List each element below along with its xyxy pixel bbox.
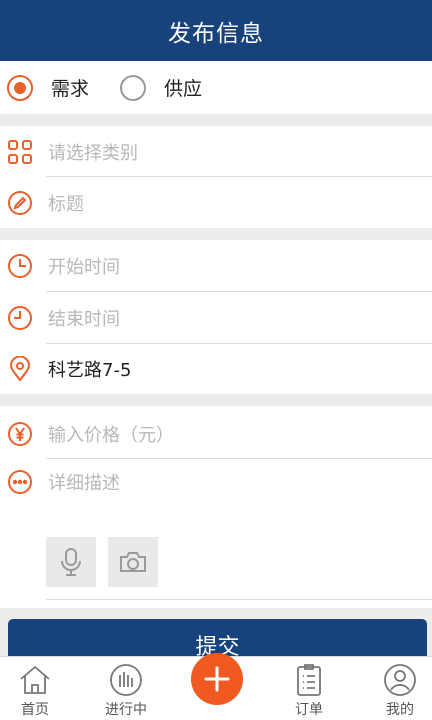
title-input[interactable]: 标题 [48, 177, 432, 228]
radio-unchecked-icon [120, 74, 147, 101]
price-input[interactable]: 输入价格（元） [48, 408, 432, 459]
end-time-row[interactable]: 结束时间 [0, 292, 432, 343]
in-progress-icon [110, 664, 142, 696]
category-select[interactable]: 请选择类别 [48, 126, 432, 177]
category-section: 请选择类别 标题 [0, 126, 432, 228]
plus-icon [204, 666, 230, 692]
voice-button[interactable] [46, 537, 96, 587]
location-row[interactable]: 科艺路7-5 [0, 343, 432, 394]
yuan-icon [8, 421, 32, 446]
start-time-input[interactable]: 开始时间 [48, 240, 432, 291]
clock-icon [8, 253, 32, 278]
radio-demand-label: 需求 [51, 78, 90, 100]
clock-icon [8, 305, 32, 330]
end-time-input[interactable]: 结束时间 [48, 292, 432, 343]
radio-checked-icon [7, 74, 33, 101]
tab-profile[interactable]: 我的 [360, 657, 432, 720]
radio-supply[interactable]: 供应 [120, 74, 202, 101]
tab-home[interactable]: 首页 [0, 657, 75, 720]
description-row[interactable]: 详细描述 [0, 456, 432, 507]
title-row[interactable]: 标题 [0, 177, 432, 228]
camera-icon [120, 552, 146, 572]
profile-icon [384, 664, 416, 696]
description-input[interactable]: 详细描述 [48, 456, 432, 507]
app-header: 发布信息 [0, 0, 432, 61]
grid-icon [8, 139, 32, 164]
tab-in-progress-label: 进行中 [105, 702, 147, 718]
page-title: 发布信息 [168, 20, 264, 47]
radio-demand[interactable]: 需求 [7, 74, 89, 101]
type-select-section: 需求 供应 [0, 61, 432, 114]
location-input[interactable]: 科艺路7-5 [48, 343, 432, 394]
divider [46, 599, 432, 600]
tab-in-progress[interactable]: 进行中 [86, 657, 166, 720]
location-pin-icon [9, 355, 31, 382]
tab-order[interactable]: 订单 [269, 657, 349, 720]
price-row[interactable]: 输入价格（元） [0, 408, 432, 459]
more-icon [8, 469, 32, 494]
add-post-button[interactable] [191, 653, 243, 705]
start-time-row[interactable]: 开始时间 [0, 240, 432, 291]
pencil-icon [8, 190, 32, 215]
tab-home-label: 首页 [21, 702, 49, 718]
order-icon [297, 664, 321, 696]
microphone-icon [61, 548, 81, 576]
tab-profile-label: 我的 [386, 702, 414, 718]
home-icon [20, 665, 50, 694]
category-row[interactable]: 请选择类别 [0, 126, 432, 177]
tab-order-label: 订单 [295, 702, 323, 718]
time-location-section: 开始时间 结束时间 科艺路7-5 [0, 240, 432, 394]
radio-supply-label: 供应 [164, 78, 203, 100]
camera-button[interactable] [108, 537, 158, 587]
